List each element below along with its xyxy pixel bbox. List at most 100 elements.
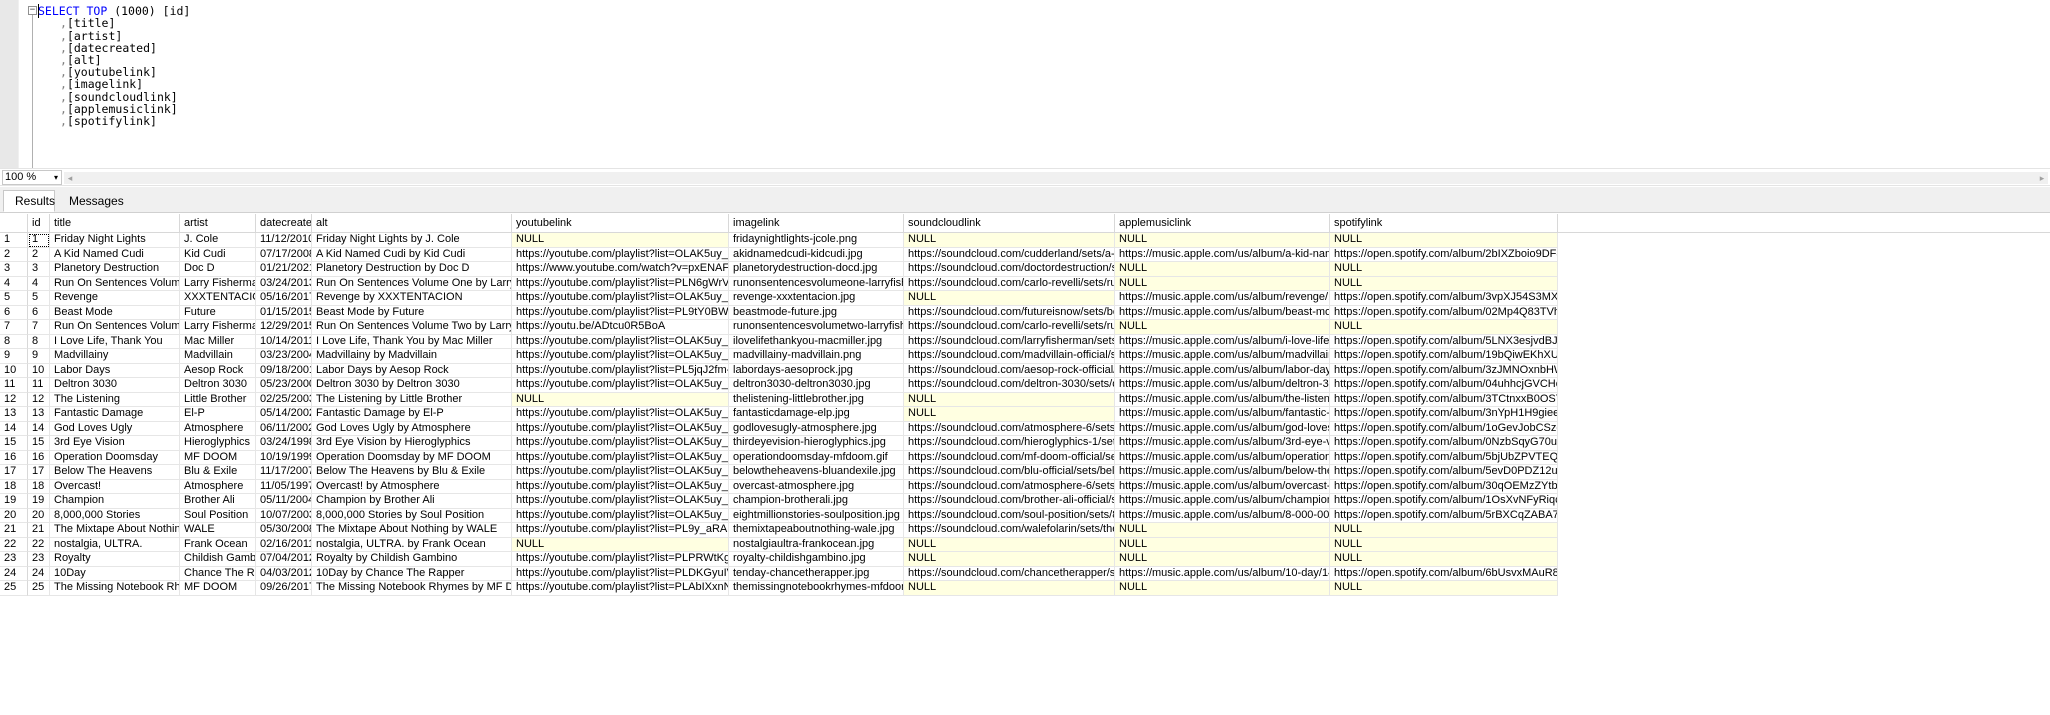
row-number[interactable]: 9 bbox=[0, 349, 28, 364]
table-cell-datecreated[interactable]: 10/14/2011 bbox=[256, 334, 312, 349]
table-cell-youtubelink[interactable]: https://youtube.com/playlist?list=PLPRWt… bbox=[512, 552, 729, 567]
table-cell-title[interactable]: 10Day bbox=[50, 566, 180, 581]
table-cell-artist[interactable]: Chance The R... bbox=[180, 566, 256, 581]
row-number[interactable]: 5 bbox=[0, 291, 28, 306]
table-cell-spotifylink[interactable]: https://open.spotify.com/album/1oGevJobC… bbox=[1330, 421, 1558, 436]
table-cell-artist[interactable]: Doc D bbox=[180, 262, 256, 277]
table-cell-id[interactable]: 3 bbox=[28, 262, 50, 277]
table-cell-artist[interactable]: MF DOOM bbox=[180, 581, 256, 596]
table-cell-alt[interactable]: nostalgia, ULTRA. by Frank Ocean bbox=[312, 537, 512, 552]
table-cell-alt[interactable]: The Mixtape About Nothing by WALE bbox=[312, 523, 512, 538]
table-cell-soundcloudlink[interactable]: https://soundcloud.com/blu-official/sets… bbox=[904, 465, 1115, 480]
table-cell-title[interactable]: Madvillainy bbox=[50, 349, 180, 364]
table-cell-title[interactable]: Operation Doomsday bbox=[50, 450, 180, 465]
table-cell-spotifylink[interactable]: NULL bbox=[1330, 581, 1558, 596]
table-cell-spotifylink[interactable]: NULL bbox=[1330, 320, 1558, 335]
table-cell-title[interactable]: I Love Life, Thank You bbox=[50, 334, 180, 349]
column-header-id[interactable]: id bbox=[28, 214, 50, 233]
column-header-datecreated[interactable]: datecreated bbox=[256, 214, 312, 233]
table-cell-youtubelink[interactable]: https://youtube.com/playlist?list=PLAbIX… bbox=[512, 581, 729, 596]
table-cell-imagelink[interactable]: royalty-childishgambino.jpg bbox=[729, 552, 904, 567]
table-cell-id[interactable]: 25 bbox=[28, 581, 50, 596]
table-cell-artist[interactable]: Childish Gambino bbox=[180, 552, 256, 567]
table-cell-youtubelink[interactable]: https://youtube.com/playlist?list=OLAK5u… bbox=[512, 407, 729, 422]
row-number[interactable]: 16 bbox=[0, 450, 28, 465]
row-number[interactable]: 19 bbox=[0, 494, 28, 509]
row-number[interactable]: 4 bbox=[0, 276, 28, 291]
table-cell-youtubelink[interactable]: https://youtube.com/playlist?list=OLAK5u… bbox=[512, 508, 729, 523]
table-cell-applemusiclink[interactable]: https://music.apple.com/us/album/operati… bbox=[1115, 450, 1330, 465]
table-cell-imagelink[interactable]: planetorydestruction-docd.jpg bbox=[729, 262, 904, 277]
table-cell-title[interactable]: Deltron 3030 bbox=[50, 378, 180, 393]
table-cell-youtubelink[interactable]: https://youtube.com/playlist?list=OLAK5u… bbox=[512, 479, 729, 494]
table-cell-alt[interactable]: Madvillainy by Madvillain bbox=[312, 349, 512, 364]
table-cell-title[interactable]: Run On Sentences Volume One bbox=[50, 276, 180, 291]
table-cell-soundcloudlink[interactable]: https://soundcloud.com/larryfisherman/se… bbox=[904, 334, 1115, 349]
table-cell-spotifylink[interactable]: NULL bbox=[1330, 262, 1558, 277]
table-cell-alt[interactable]: 8,000,000 Stories by Soul Position bbox=[312, 508, 512, 523]
table-cell-id[interactable]: 15 bbox=[28, 436, 50, 451]
table-cell-datecreated[interactable]: 07/04/2012 bbox=[256, 552, 312, 567]
table-cell-title[interactable]: Labor Days bbox=[50, 363, 180, 378]
table-cell-spotifylink[interactable]: NULL bbox=[1330, 233, 1558, 248]
table-cell-soundcloudlink[interactable]: https://soundcloud.com/atmosphere-6/sets… bbox=[904, 421, 1115, 436]
row-number[interactable]: 12 bbox=[0, 392, 28, 407]
table-cell-artist[interactable]: XXXTENTACION bbox=[180, 291, 256, 306]
table-cell-spotifylink[interactable]: https://open.spotify.com/album/3TCtnxxB0… bbox=[1330, 392, 1558, 407]
table-cell-title[interactable]: A Kid Named Cudi bbox=[50, 247, 180, 262]
table-cell-applemusiclink[interactable]: https://music.apple.com/us/album/i-love-… bbox=[1115, 334, 1330, 349]
table-cell-applemusiclink[interactable]: https://music.apple.com/us/album/overcas… bbox=[1115, 479, 1330, 494]
table-cell-id[interactable]: 5 bbox=[28, 291, 50, 306]
table-cell-alt[interactable]: The Missing Notebook Rhymes by MF DOOM bbox=[312, 581, 512, 596]
table-cell-imagelink[interactable]: godlovesugly-atmosphere.jpg bbox=[729, 421, 904, 436]
table-cell-soundcloudlink[interactable]: NULL bbox=[904, 291, 1115, 306]
table-cell-soundcloudlink[interactable]: https://soundcloud.com/walefolarin/sets/… bbox=[904, 523, 1115, 538]
table-cell-applemusiclink[interactable]: https://music.apple.com/us/album/beast-m… bbox=[1115, 305, 1330, 320]
table-cell-id[interactable]: 2 bbox=[28, 247, 50, 262]
table-cell-applemusiclink[interactable]: https://music.apple.com/us/album/a-kid-n… bbox=[1115, 247, 1330, 262]
table-cell-datecreated[interactable]: 05/14/2002 bbox=[256, 407, 312, 422]
table-cell-id[interactable]: 13 bbox=[28, 407, 50, 422]
table-cell-id[interactable]: 19 bbox=[28, 494, 50, 509]
table-cell-imagelink[interactable]: ilovelifethankyou-macmiller.jpg bbox=[729, 334, 904, 349]
column-header-soundcloudlink[interactable]: soundcloudlink bbox=[904, 214, 1115, 233]
table-cell-spotifylink[interactable]: https://open.spotify.com/album/5evD0PDZ1… bbox=[1330, 465, 1558, 480]
table-cell-artist[interactable]: Madvillain bbox=[180, 349, 256, 364]
table-cell-title[interactable]: 8,000,000 Stories bbox=[50, 508, 180, 523]
table-cell-id[interactable]: 8 bbox=[28, 334, 50, 349]
table-cell-applemusiclink[interactable]: https://music.apple.com/us/album/labor-d… bbox=[1115, 363, 1330, 378]
table-cell-soundcloudlink[interactable]: NULL bbox=[904, 537, 1115, 552]
table-cell-youtubelink[interactable]: https://youtu.be/ADtcu0R5BoA bbox=[512, 320, 729, 335]
table-cell-artist[interactable]: Kid Cudi bbox=[180, 247, 256, 262]
table-cell-soundcloudlink[interactable]: https://soundcloud.com/cudderland/sets/a… bbox=[904, 247, 1115, 262]
table-cell-applemusiclink[interactable]: NULL bbox=[1115, 233, 1330, 248]
table-cell-youtubelink[interactable]: NULL bbox=[512, 233, 729, 248]
table-cell-spotifylink[interactable]: https://open.spotify.com/album/3nYpH1H9g… bbox=[1330, 407, 1558, 422]
table-cell-spotifylink[interactable]: https://open.spotify.com/album/6bUsvxMAu… bbox=[1330, 566, 1558, 581]
table-cell-applemusiclink[interactable]: https://music.apple.com/us/album/revenge… bbox=[1115, 291, 1330, 306]
table-cell-datecreated[interactable]: 05/23/2000 bbox=[256, 378, 312, 393]
table-cell-imagelink[interactable]: beastmode-future.jpg bbox=[729, 305, 904, 320]
table-cell-applemusiclink[interactable]: NULL bbox=[1115, 262, 1330, 277]
table-cell-youtubelink[interactable]: https://youtube.com/playlist?list=PL9y_a… bbox=[512, 523, 729, 538]
table-cell-alt[interactable]: Operation Doomsday by MF DOOM bbox=[312, 450, 512, 465]
table-cell-youtubelink[interactable]: https://youtube.com/playlist?list=OLAK5u… bbox=[512, 494, 729, 509]
table-cell-alt[interactable]: Champion by Brother Ali bbox=[312, 494, 512, 509]
table-cell-alt[interactable]: Royalty by Childish Gambino bbox=[312, 552, 512, 567]
table-cell-alt[interactable]: Run On Sentences Volume Two by Larry Fis… bbox=[312, 320, 512, 335]
table-cell-datecreated[interactable]: 05/11/2004 bbox=[256, 494, 312, 509]
table-cell-datecreated[interactable]: 11/17/2007 bbox=[256, 465, 312, 480]
table-cell-artist[interactable]: Larry Fisherman bbox=[180, 276, 256, 291]
table-cell-soundcloudlink[interactable]: NULL bbox=[904, 233, 1115, 248]
table-cell-id[interactable]: 17 bbox=[28, 465, 50, 480]
row-number[interactable]: 13 bbox=[0, 407, 28, 422]
row-number[interactable]: 17 bbox=[0, 465, 28, 480]
table-cell-id[interactable]: 7 bbox=[28, 320, 50, 335]
row-number[interactable]: 23 bbox=[0, 552, 28, 567]
table-cell-datecreated[interactable]: 12/29/2015 bbox=[256, 320, 312, 335]
table-cell-youtubelink[interactable]: https://youtube.com/playlist?list=OLAK5u… bbox=[512, 291, 729, 306]
table-cell-artist[interactable]: Future bbox=[180, 305, 256, 320]
table-cell-spotifylink[interactable]: https://open.spotify.com/album/5rBXCqZAB… bbox=[1330, 508, 1558, 523]
results-grid[interactable]: idtitleartistdatecreatedaltyoutubelinkim… bbox=[0, 214, 2050, 715]
table-cell-youtubelink[interactable]: NULL bbox=[512, 392, 729, 407]
